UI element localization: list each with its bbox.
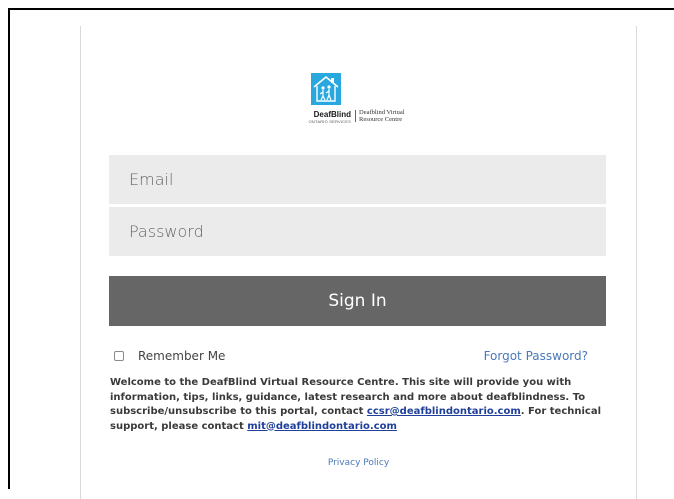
logo: DeafBlind ONTARIO SERVICES Deafblind Vir…: [295, 72, 425, 148]
remember-me-checkbox[interactable]: [114, 351, 124, 361]
logo-divider: [355, 110, 356, 122]
welcome-text: Welcome to the DeafBlind Virtual Resourc…: [110, 376, 610, 434]
brand-left: DeafBlind ONTARIO SERVICES: [295, 110, 351, 124]
forgot-password-link[interactable]: Forgot Password?: [484, 349, 588, 363]
privacy-policy-link[interactable]: Privacy Policy: [81, 458, 636, 468]
email-field[interactable]: [109, 155, 606, 204]
password-field[interactable]: [109, 207, 606, 256]
brand-name: DeafBlind: [313, 110, 351, 119]
remember-me[interactable]: Remember Me: [114, 349, 225, 363]
browser-frame: DeafBlind ONTARIO SERVICES Deafblind Vir…: [8, 8, 674, 499]
product-line-2: Resource Centre: [359, 116, 403, 123]
subscribe-email-link[interactable]: ccsr@deafblindontario.com: [367, 406, 521, 417]
product-line-1: Deafblind Virtual: [359, 109, 405, 116]
remember-me-label: Remember Me: [138, 349, 226, 363]
house-logo-icon: [311, 73, 341, 105]
sign-in-button[interactable]: Sign In: [109, 276, 606, 326]
brand-right: Deafblind Virtual Resource Centre: [359, 109, 439, 123]
brand-sub: ONTARIO SERVICES: [308, 119, 351, 124]
support-email-link[interactable]: mit@deafblindontario.com: [247, 421, 397, 432]
login-card: DeafBlind ONTARIO SERVICES Deafblind Vir…: [80, 26, 637, 499]
